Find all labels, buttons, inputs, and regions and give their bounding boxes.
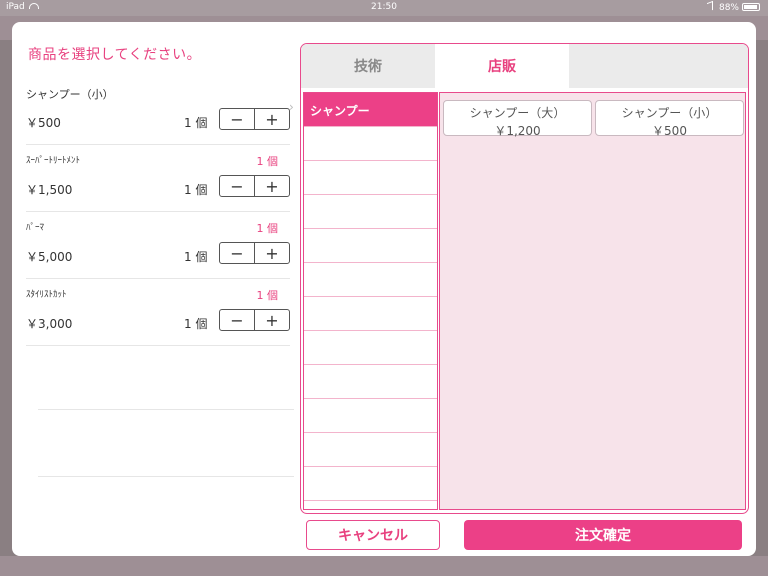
- subcategory-empty-row: [304, 263, 437, 297]
- selected-item-row: ｽｰﾊﾟｰﾄﾘｰﾄﾒﾝﾄ 1 個 ￥1,500 1 個 − +: [26, 145, 290, 212]
- selected-item-row: ｽﾀｲﾘｽﾄｶｯﾄ 1 個 ￥3,000 1 個 − +: [26, 279, 290, 346]
- chevron-right-icon: ›: [289, 100, 294, 114]
- status-bar-right: 88%: [706, 0, 760, 13]
- battery-percent: 88%: [718, 3, 739, 13]
- item-name: ｽｰﾊﾟｰﾄﾘｰﾄﾒﾝﾄ: [26, 156, 81, 166]
- category-tabs: 技術 店販: [301, 44, 748, 88]
- item-count-badge: 1 個: [256, 289, 279, 302]
- increment-button[interactable]: +: [254, 243, 289, 263]
- tab-retail[interactable]: 店販: [435, 44, 569, 88]
- product-button-shampoo-small[interactable]: シャンプー（小） ￥500: [595, 100, 744, 138]
- item-count-badge: 1 個: [256, 222, 279, 235]
- quantity-stepper: − +: [219, 108, 290, 130]
- product-picker-panel: 技術 店販 シャンプー シャンプー（大） ￥1,200 シャンプー（小） ￥50…: [300, 43, 749, 514]
- item-count-badge: 1 個: [256, 155, 279, 168]
- item-quantity: 1 個: [184, 183, 208, 197]
- product-select-modal: 商品を選択してください。 シャンプー（小） ￥500 1 個 − + ｽｰﾊﾟｰ…: [12, 22, 756, 556]
- subcategory-empty-row: [304, 127, 437, 161]
- decrement-button[interactable]: −: [220, 243, 254, 263]
- increment-button[interactable]: +: [254, 310, 289, 330]
- list-divider: [38, 409, 294, 410]
- subcategory-list: シャンプー: [303, 92, 438, 510]
- subcategory-empty-row: [304, 297, 437, 331]
- subcategory-empty-row: [304, 161, 437, 195]
- quantity-stepper: − +: [219, 309, 290, 331]
- subcategory-empty-row: [304, 399, 437, 433]
- confirm-order-button[interactable]: 注文確定: [464, 520, 742, 550]
- item-price: ￥500: [26, 116, 61, 130]
- product-price: ￥1,200: [494, 124, 541, 138]
- battery-icon: [742, 3, 760, 11]
- product-button-shampoo-large[interactable]: シャンプー（大） ￥1,200: [443, 100, 592, 138]
- decrement-button[interactable]: −: [220, 109, 254, 129]
- list-divider: [38, 476, 294, 477]
- subcategory-item-shampoo[interactable]: シャンプー: [304, 93, 437, 127]
- item-name: ﾊﾟｰﾏ: [26, 223, 45, 233]
- bluetooth-icon: [706, 0, 713, 13]
- tab-technique[interactable]: 技術: [301, 44, 435, 88]
- subcategory-empty-row: [304, 433, 437, 467]
- backdrop-footer: [0, 556, 768, 576]
- product-grid: シャンプー（大） ￥1,200 シャンプー（小） ￥500: [439, 92, 746, 510]
- product-name: シャンプー（大）: [469, 106, 566, 120]
- selected-item-row: ﾊﾟｰﾏ 1 個 ￥5,000 1 個 − +: [26, 212, 290, 279]
- modal-title: 商品を選択してください。: [28, 47, 202, 63]
- subcategory-empty-row: [304, 195, 437, 229]
- selected-item-row: シャンプー（小） ￥500 1 個 − +: [26, 78, 290, 145]
- item-price: ￥3,000: [26, 317, 73, 331]
- subcategory-empty-row: [304, 331, 437, 365]
- item-quantity: 1 個: [184, 250, 208, 264]
- subcategory-empty-row: [304, 229, 437, 263]
- increment-button[interactable]: +: [254, 109, 289, 129]
- decrement-button[interactable]: −: [220, 176, 254, 196]
- decrement-button[interactable]: −: [220, 310, 254, 330]
- item-quantity: 1 個: [184, 317, 208, 331]
- subcategory-empty-row: [304, 467, 437, 501]
- increment-button[interactable]: +: [254, 176, 289, 196]
- cancel-button[interactable]: キャンセル: [306, 520, 440, 550]
- item-price: ￥5,000: [26, 250, 73, 264]
- product-name: シャンプー（小）: [621, 106, 718, 120]
- product-price: ￥500: [652, 124, 687, 138]
- status-bar-time: 21:50: [371, 2, 397, 12]
- item-quantity: 1 個: [184, 116, 208, 130]
- quantity-stepper: − +: [219, 242, 290, 264]
- quantity-stepper: − +: [219, 175, 290, 197]
- subcategory-empty-row: [304, 365, 437, 399]
- item-price: ￥1,500: [26, 183, 73, 197]
- item-name: シャンプー（小）: [26, 88, 114, 101]
- item-name: ｽﾀｲﾘｽﾄｶｯﾄ: [26, 290, 67, 300]
- status-bar: iPad 21:50 88%: [0, 0, 768, 16]
